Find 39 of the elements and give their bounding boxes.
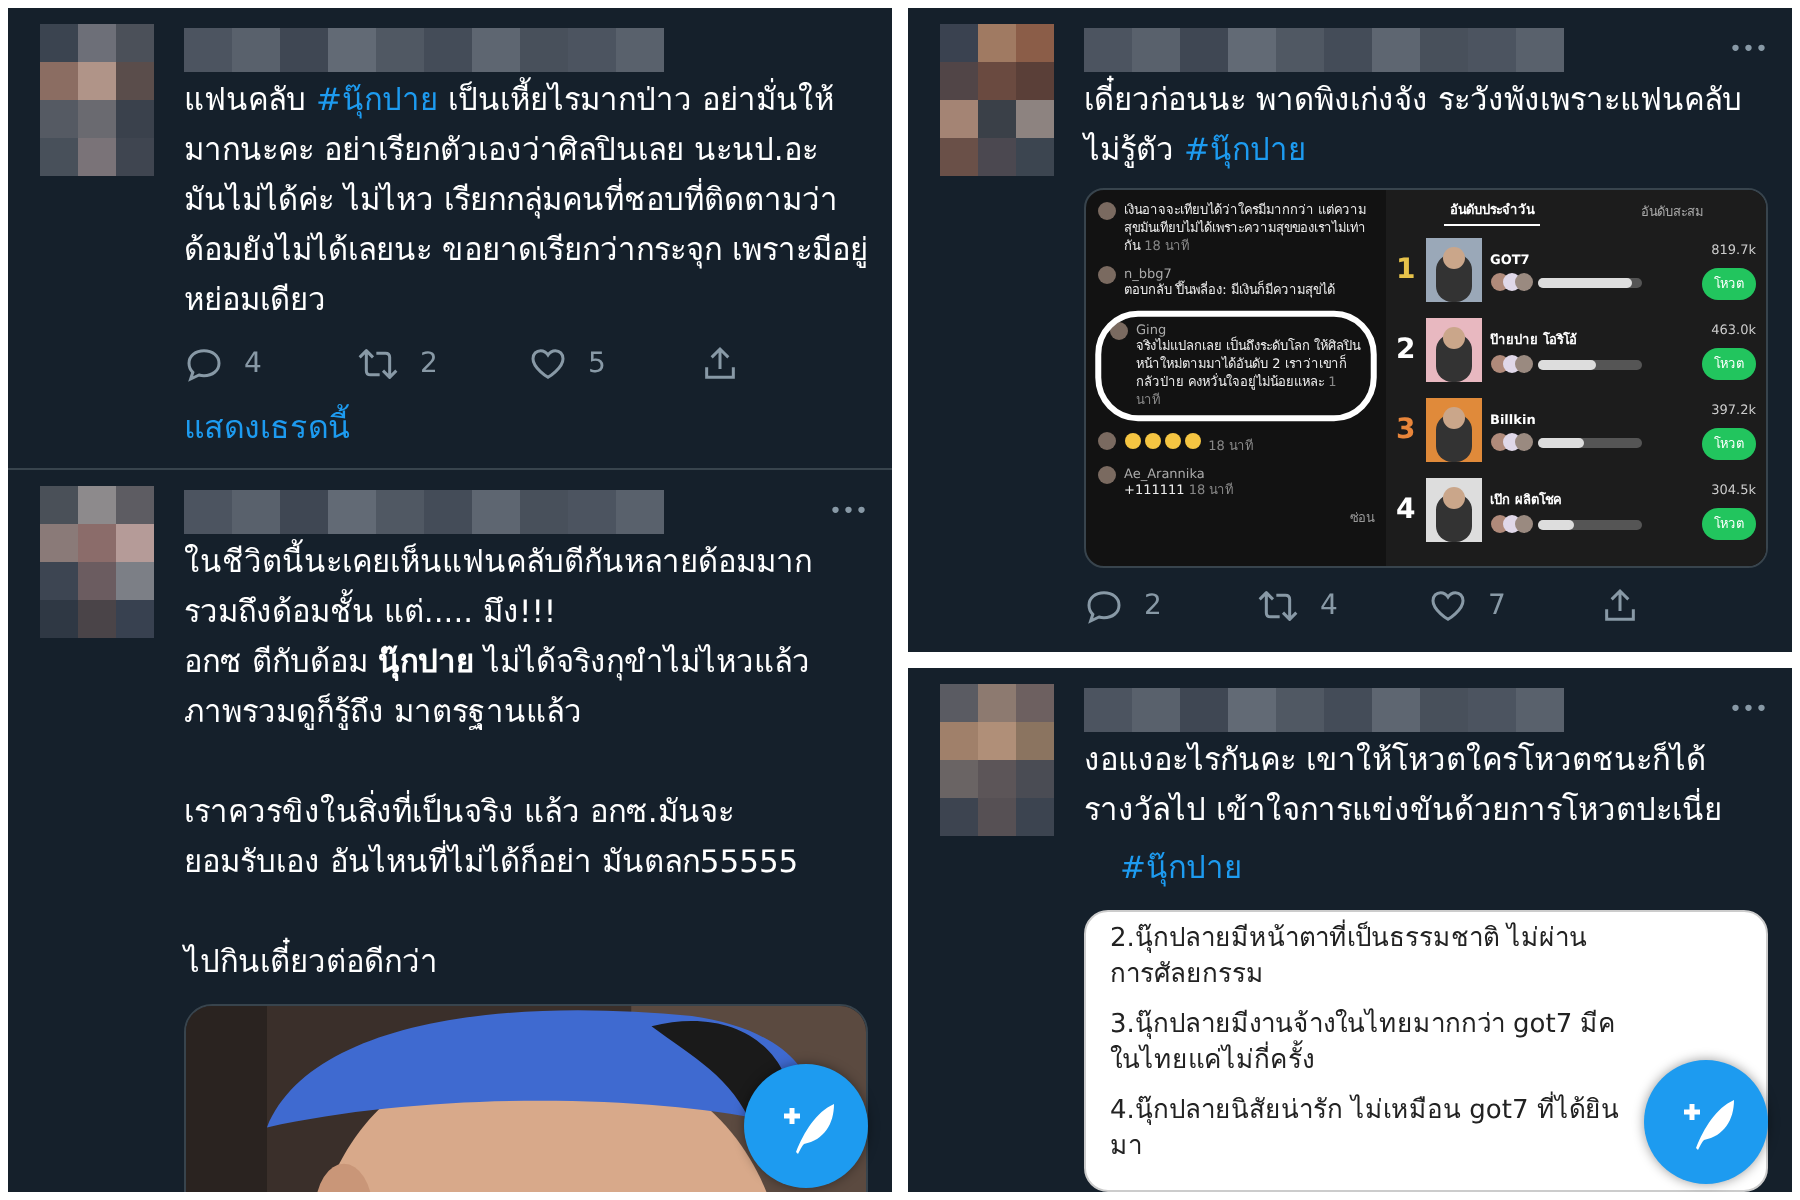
commenter-avatar	[1098, 202, 1116, 220]
rank-number: 1	[1396, 254, 1418, 286]
tweet-text: แฟนคลับ #นุ๊กปาย เป็นเหี้ยไรมากป่าว อย่ามั่นให้มากนะคะ อย่าเรียกตัวเองว่าศิลปินเลย นะนป.อะ มันไม่ได้ค่ะ ไม่ไหว เรียกกลุ่มคนที่ชอบที่ติดตามว่าด้อมยังไม่ได้เลยนะ ขอยาดเรียกว่ากระจุก เพราะมีอยู่หย่อมเดียว	[184, 76, 868, 326]
retweet-icon[interactable]	[1256, 586, 1300, 626]
card-text: 3.นุ๊กปลายมีงานจ้างในไทยมากกว่า got7 มีค ในไทยแค่ไม่กี่ครั้ง	[1110, 1008, 1619, 1080]
tweet-text: เดี๋ยวก่อนนะ พาดพิงเก่งจัง ระวังพังเพราะแฟนคลับไม่รู้ตัว #นุ๊กปาย	[1084, 76, 1768, 176]
reply-icon[interactable]	[1084, 586, 1124, 626]
share-icon[interactable]	[700, 344, 740, 384]
more-icon[interactable]: •••	[1729, 698, 1768, 722]
rank-number: 4	[1396, 494, 1418, 526]
card-text: 4.นุ๊กปลายนิสัยน่ารัก ไม่เหมือน got7 ที่ได้ยินมา	[1110, 1094, 1626, 1166]
retweet-icon[interactable]	[356, 344, 400, 384]
tweet-text: ในชีวิตนี้นะเคยเห็นแฟนคลับตีกันหลายด้อมมาก รวมถึงด้อมชั้น แต่..... มึง!!! อกซ ตีกับด้อม นุ๊กปาย ไม่ได้จริงกุขำไม่ไหวแล้ว ภาพรวมดูก็รู้ถึง มาตรฐานแล้ว เราควรขิงในสิ่งที่เป็นจริง แล้ว อกซ.มันจะ ยอมรับเอง อันไหนที่ไม่ได้ก็อย่า มันตลก55555 ไปกินเตี๋ยวต่อดีกว่า	[184, 538, 868, 988]
voter-avatars-icon	[1490, 514, 1534, 534]
share-icon[interactable]	[1600, 586, 1640, 626]
reply-count: 2	[1144, 590, 1162, 622]
show-thread-link[interactable]: แสดงเธรดนี้	[184, 402, 350, 452]
commenter-avatar	[1098, 266, 1116, 284]
hashtag-link[interactable]: #นุ๊กปาย	[315, 82, 438, 118]
reply-count: 4	[244, 348, 262, 380]
rank-number: 3	[1396, 414, 1418, 446]
voter-avatars-icon	[1490, 354, 1534, 374]
tweet-text: งอแงอะไรกันคะ เขาให้โหวตใครโหวตชนะก็ได้รางวัลไป เข้าใจการแข่งขันด้วยการโหวตปะเนี่ย	[1084, 739, 1724, 832]
reply-icon[interactable]	[184, 344, 224, 384]
voter-avatars-icon	[1490, 272, 1534, 292]
heart-icon[interactable]	[1428, 586, 1468, 626]
like-count: 7	[1488, 590, 1506, 622]
more-icon[interactable]: •••	[1729, 38, 1768, 62]
retweet-count: 4	[1320, 590, 1338, 622]
hashtag-link[interactable]: #นุ๊กปาย	[1120, 844, 1242, 894]
retweet-count: 2	[420, 348, 438, 380]
emoji-icon	[1124, 432, 1204, 450]
rank-number: 2	[1396, 334, 1418, 366]
heart-icon[interactable]	[528, 344, 568, 384]
more-icon[interactable]: •••	[829, 500, 868, 524]
card-text: 2.นุ๊กปลายมีหน้าตาที่เป็นธรรมชาติ ไม่ผ่านการศัลยกรรม	[1110, 922, 1626, 994]
hashtag-link[interactable]: #นุ๊กปาย	[1183, 132, 1306, 168]
voter-avatars-icon	[1490, 432, 1534, 452]
like-count: 5	[588, 348, 606, 380]
